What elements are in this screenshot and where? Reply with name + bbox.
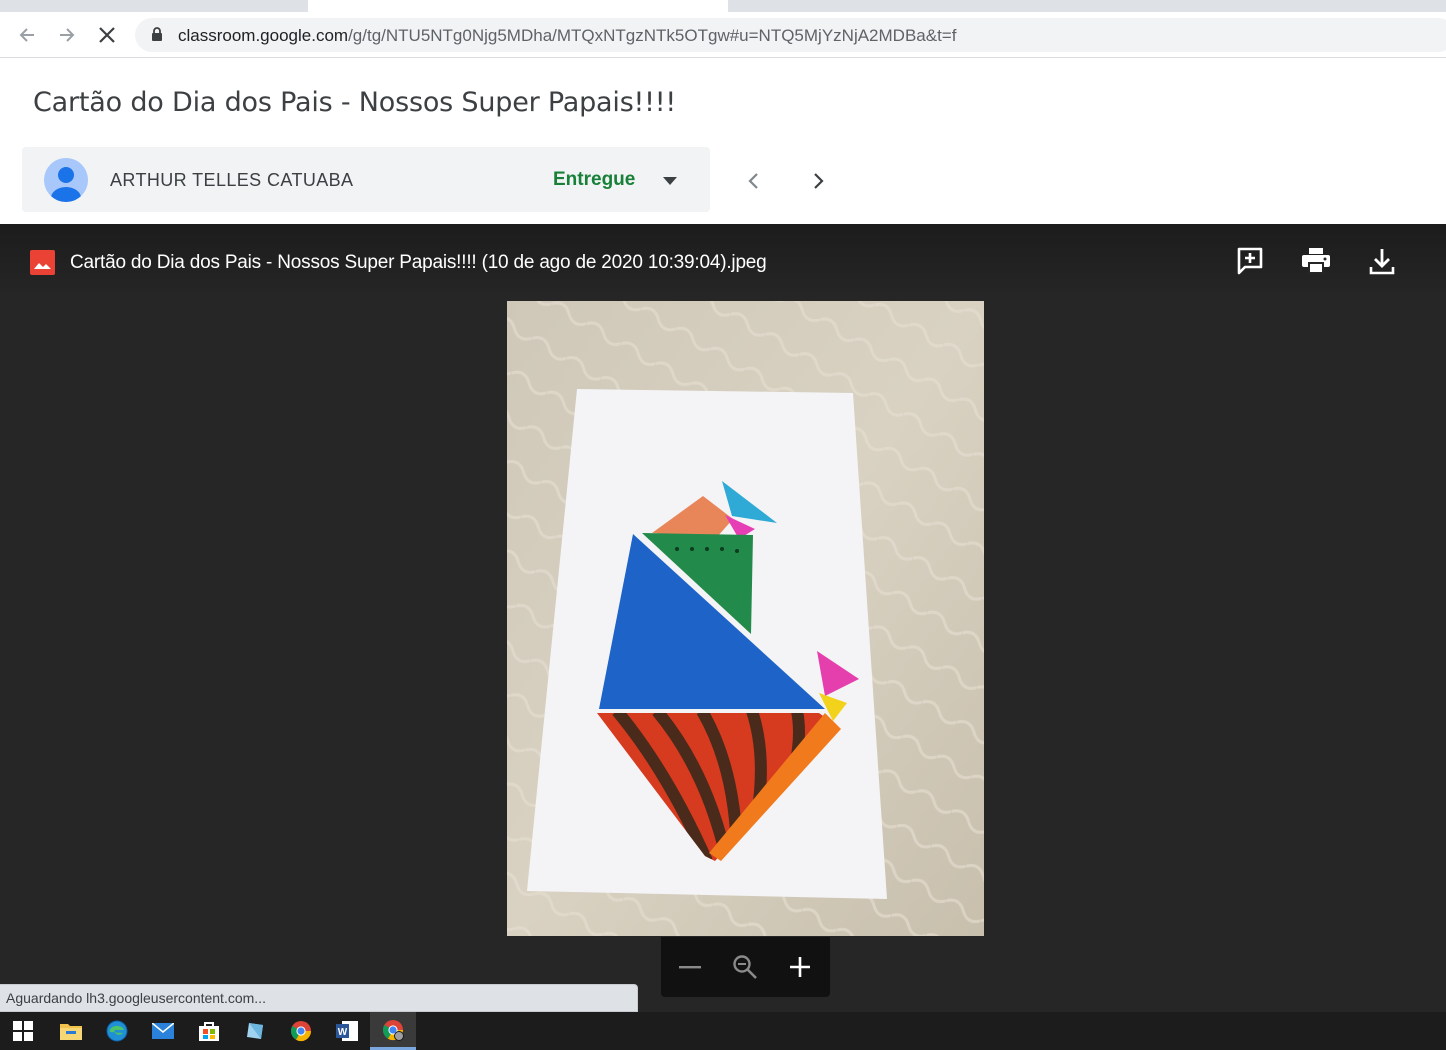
windows-taskbar: W [0, 1012, 1446, 1050]
taskbar-mail[interactable] [140, 1012, 186, 1050]
word-icon: W [336, 1021, 358, 1041]
next-student-button[interactable] [801, 163, 837, 199]
person-icon [51, 167, 81, 202]
arrow-right-icon [60, 28, 75, 42]
edge-icon [106, 1020, 128, 1042]
taskbar-word[interactable]: W [324, 1012, 370, 1050]
zoom-reset-button[interactable] [728, 950, 762, 984]
url-host: classroom.google.com [178, 26, 349, 45]
back-button[interactable] [12, 20, 42, 50]
previous-student-button[interactable] [735, 163, 771, 199]
start-button[interactable] [0, 1012, 46, 1050]
avatar [44, 158, 88, 202]
url-text: classroom.google.com/g/tg/NTU5NTg0Njg5MD… [178, 26, 956, 46]
image-file-icon [30, 250, 55, 275]
file-viewer: Cartão do Dia dos Pais - Nossos Super Pa… [0, 224, 1446, 1012]
submitted-image [507, 301, 984, 936]
active-tab[interactable] [308, 0, 728, 12]
student-name: ARTHUR TELLES CATUABA [110, 170, 354, 190]
forward-button[interactable] [52, 20, 82, 50]
windows-start-icon [13, 1021, 33, 1041]
url-path: /g/tg/NTU5NTg0Njg5MDha/MTQxNTgzNTk5OTgw#… [348, 26, 957, 45]
taskbar-file-explorer[interactable] [48, 1012, 94, 1050]
zoom-out-button[interactable] [673, 950, 707, 984]
arrow-left-icon [19, 28, 34, 42]
tab-strip [0, 0, 1446, 12]
download-button[interactable] [1365, 244, 1399, 278]
taskbar-chrome-profile[interactable] [370, 1012, 416, 1050]
viewer-header: Cartão do Dia dos Pais - Nossos Super Pa… [0, 224, 1446, 298]
chevron-right-icon [814, 173, 824, 189]
chrome-profile-icon [383, 1019, 404, 1041]
assignment-title: Cartão do Dia dos Pais - Nossos Super Pa… [33, 87, 677, 118]
store-icon [199, 1022, 219, 1041]
add-comment-button[interactable] [1233, 244, 1267, 278]
taskbar-edge[interactable] [94, 1012, 140, 1050]
zoom-in-button[interactable] [783, 950, 817, 984]
loading-status-text: Aguardando lh3.googleusercontent.com... [6, 990, 266, 1006]
add-comment-icon [1237, 247, 1263, 275]
lock-icon[interactable] [151, 27, 163, 42]
chevron-left-icon [748, 173, 758, 189]
status-dropdown-button[interactable] [660, 171, 680, 191]
print-icon [1302, 248, 1330, 274]
caret-down-icon [663, 177, 677, 185]
download-icon [1369, 249, 1395, 275]
zoom-controls [661, 937, 830, 997]
student-selector[interactable]: ARTHUR TELLES CATUABA Entregue [22, 147, 710, 212]
loading-status-bar: Aguardando lh3.googleusercontent.com... [0, 984, 638, 1012]
address-bar[interactable]: classroom.google.com/g/tg/NTU5NTg0Njg5MD… [135, 18, 1446, 52]
app-icon [247, 1023, 263, 1039]
file-name: Cartão do Dia dos Pais - Nossos Super Pa… [70, 252, 767, 273]
taskbar-store[interactable] [186, 1012, 232, 1050]
stop-loading-button[interactable] [92, 20, 122, 50]
mail-icon [152, 1023, 174, 1039]
file-explorer-icon [60, 1024, 82, 1040]
zoom-reset-icon [733, 955, 757, 979]
submission-status[interactable]: Entregue [553, 169, 635, 191]
browser-toolbar: classroom.google.com/g/tg/NTU5NTg0Njg5MD… [0, 12, 1446, 58]
taskbar-app[interactable] [232, 1012, 278, 1050]
zoom-out-icon [679, 966, 701, 969]
close-icon [99, 27, 115, 43]
chrome-icon [291, 1021, 312, 1042]
print-button[interactable] [1299, 244, 1333, 278]
zoom-in-icon [790, 957, 810, 977]
taskbar-chrome[interactable] [278, 1012, 324, 1050]
svg-text:W: W [338, 1027, 348, 1038]
